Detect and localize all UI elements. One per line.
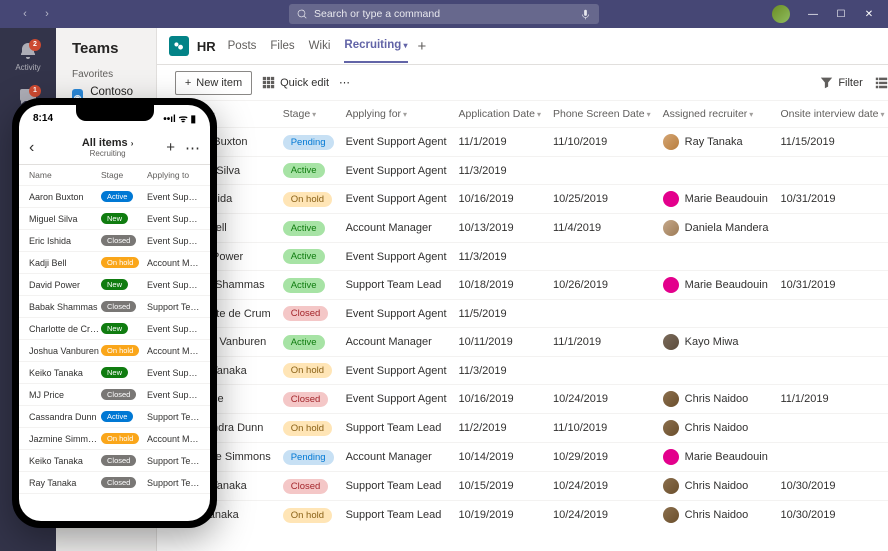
phone-row[interactable]: Miguel SilvaNewEvent Support A xyxy=(19,208,210,230)
new-item-button[interactable]: + New item xyxy=(175,71,252,95)
title-bar: ‹ › — ☐ ✕ xyxy=(0,0,888,28)
filter-icon xyxy=(820,76,833,89)
phone-column-headers: Name Stage Applying to xyxy=(19,165,210,186)
col-header[interactable]: Phone Screen Date▾ xyxy=(547,101,657,128)
window-maximize[interactable]: ☐ xyxy=(828,0,854,28)
phone-status-icons: ••ıl ᯤ ▮ xyxy=(163,111,196,125)
phone-time: 8:14 xyxy=(33,113,53,124)
phone-row[interactable]: Jazmine SimmonsOn holdAccount Manage xyxy=(19,428,210,450)
tab-wiki[interactable]: Wiki xyxy=(309,30,331,62)
table-row[interactable]: Jazmine SimmonsPendingAccount Manager10/… xyxy=(175,443,888,472)
phone-row[interactable]: Joshua VanburenOn holdAccount Manage xyxy=(19,340,210,362)
phone-row[interactable]: Babak ShammasClosedSupport Team Le xyxy=(19,296,210,318)
table-row[interactable]: Kadji BellActiveAccount Manager10/13/201… xyxy=(175,214,888,243)
phone-notch xyxy=(76,105,154,121)
filter-button[interactable]: Filter xyxy=(820,76,862,89)
filter-label: Filter xyxy=(838,77,862,89)
tabs: Posts Files Wiki Recruiting ▾ xyxy=(228,29,408,63)
table-row[interactable]: Charlotte de CrumClosedEvent Support Age… xyxy=(175,300,888,328)
phone-row[interactable]: Charlotte de CrumNewEvent Support A xyxy=(19,318,210,340)
window-minimize[interactable]: — xyxy=(800,0,826,28)
toolbar-overflow[interactable]: ⋯ xyxy=(339,76,350,89)
search-icon xyxy=(297,9,308,20)
mic-icon[interactable] xyxy=(580,9,591,20)
tab-recruiting[interactable]: Recruiting ▾ xyxy=(344,29,407,63)
rail-activity[interactable]: 2 Activity xyxy=(0,34,56,78)
table-row[interactable]: Cassandra DunnOn holdSupport Team Lead11… xyxy=(175,414,888,443)
phone-row[interactable]: Aaron BuxtonActiveEvent Support A xyxy=(19,186,210,208)
phone-back-button[interactable]: ‹ xyxy=(29,139,49,157)
col-header[interactable]: Stage▾ xyxy=(277,101,340,128)
phone-row[interactable]: Keiko TanakaNewEvent Support A xyxy=(19,362,210,384)
col-header[interactable]: Assigned recruiter▾ xyxy=(657,101,775,128)
table-row[interactable]: Aaron BuxtonPendingEvent Support Agent11… xyxy=(175,128,888,157)
table-row[interactable]: Keiko TanakaOn holdEvent Support Agent11… xyxy=(175,357,888,385)
nav-back[interactable]: ‹ xyxy=(16,5,34,23)
main-content: HR PostsFilesWikiRecruiting ▾ + ⤢ ⟳ ⋯ + … xyxy=(157,28,888,551)
table-row[interactable]: Eric IshidaOn holdEvent Support Agent10/… xyxy=(175,185,888,214)
window-close[interactable]: ✕ xyxy=(856,0,882,28)
nav-forward[interactable]: › xyxy=(38,5,56,23)
phone-title: All items › xyxy=(82,137,134,149)
sidebar-title: Teams xyxy=(56,36,156,67)
col-header[interactable]: Applying for▾ xyxy=(340,101,453,128)
phone-col-stage: Stage xyxy=(101,170,147,180)
phone-col-applying: Applying to xyxy=(147,170,200,180)
col-header[interactable]: Onsite interview date▾ xyxy=(774,101,888,128)
quick-edit-button[interactable]: Quick edit xyxy=(262,76,329,89)
user-avatar[interactable] xyxy=(772,5,790,23)
table-row[interactable]: David PowerActiveEvent Support Agent11/3… xyxy=(175,243,888,271)
phone-header: ‹ All items › Recruiting + ⋯ xyxy=(19,131,210,165)
view-selector[interactable]: All items ▾ xyxy=(875,76,888,89)
table-row[interactable]: MJ PriceClosedEvent Support Agent10/16/2… xyxy=(175,385,888,414)
page-title: HR xyxy=(197,39,216,54)
tab-posts[interactable]: Posts xyxy=(228,30,257,62)
phone-row[interactable]: Keiko TanakaClosedSupport Team Le xyxy=(19,450,210,472)
search-bar[interactable] xyxy=(289,4,599,24)
tab-header: HR PostsFilesWikiRecruiting ▾ + ⤢ ⟳ ⋯ xyxy=(157,28,888,65)
phone-row[interactable]: MJ PriceClosedEvent Support A xyxy=(19,384,210,406)
plus-icon: + xyxy=(185,77,191,89)
list-icon xyxy=(875,76,888,89)
new-item-label: New item xyxy=(196,77,242,89)
list-toolbar: + New item Quick edit ⋯ Filter All items… xyxy=(157,65,888,101)
activity-badge: 2 xyxy=(29,39,41,51)
tab-files[interactable]: Files xyxy=(270,30,294,62)
phone-add-button[interactable]: + xyxy=(166,139,175,157)
grid-icon xyxy=(262,76,275,89)
phone-subtitle: Recruiting xyxy=(90,149,126,158)
table-row[interactable]: Ray TanakaOn holdSupport Team Lead10/19/… xyxy=(175,501,888,530)
table-row[interactable]: Keiko TanakaClosedSupport Team Lead10/15… xyxy=(175,472,888,501)
phone-row[interactable]: Cassandra DunnActiveSupport Team Le xyxy=(19,406,210,428)
sharepoint-icon xyxy=(169,36,189,56)
favorites-label: Favorites xyxy=(56,67,156,82)
phone-row[interactable]: Eric IshidaClosedEvent Support A xyxy=(19,230,210,252)
phone-more-button[interactable]: ⋯ xyxy=(185,139,200,157)
phone-row[interactable]: David PowerNewEvent Support A xyxy=(19,274,210,296)
table-row[interactable]: Miguel SilvaActiveEvent Support Agent11/… xyxy=(175,157,888,185)
phone-col-name: Name xyxy=(29,170,101,180)
search-input[interactable] xyxy=(314,8,574,20)
chat-badge: 1 xyxy=(29,85,41,97)
recruiting-table: Name▾Stage▾Applying for▾Application Date… xyxy=(175,101,888,529)
phone-row[interactable]: Ray TanakaClosedSupport Team Le xyxy=(19,472,210,494)
rail-activity-label: Activity xyxy=(15,63,40,72)
col-header[interactable]: Application Date▾ xyxy=(453,101,547,128)
phone-mockup: 8:14 ••ıl ᯤ ▮ ‹ All items › Recruiting +… xyxy=(12,98,217,528)
table-row[interactable]: Joshua VanburenActiveAccount Manager10/1… xyxy=(175,328,888,357)
quick-edit-label: Quick edit xyxy=(280,77,329,89)
phone-row[interactable]: Kadji BellOn holdAccount Manage xyxy=(19,252,210,274)
add-tab-button[interactable]: + xyxy=(418,38,427,55)
table-row[interactable]: Babak ShammasActiveSupport Team Lead10/1… xyxy=(175,271,888,300)
